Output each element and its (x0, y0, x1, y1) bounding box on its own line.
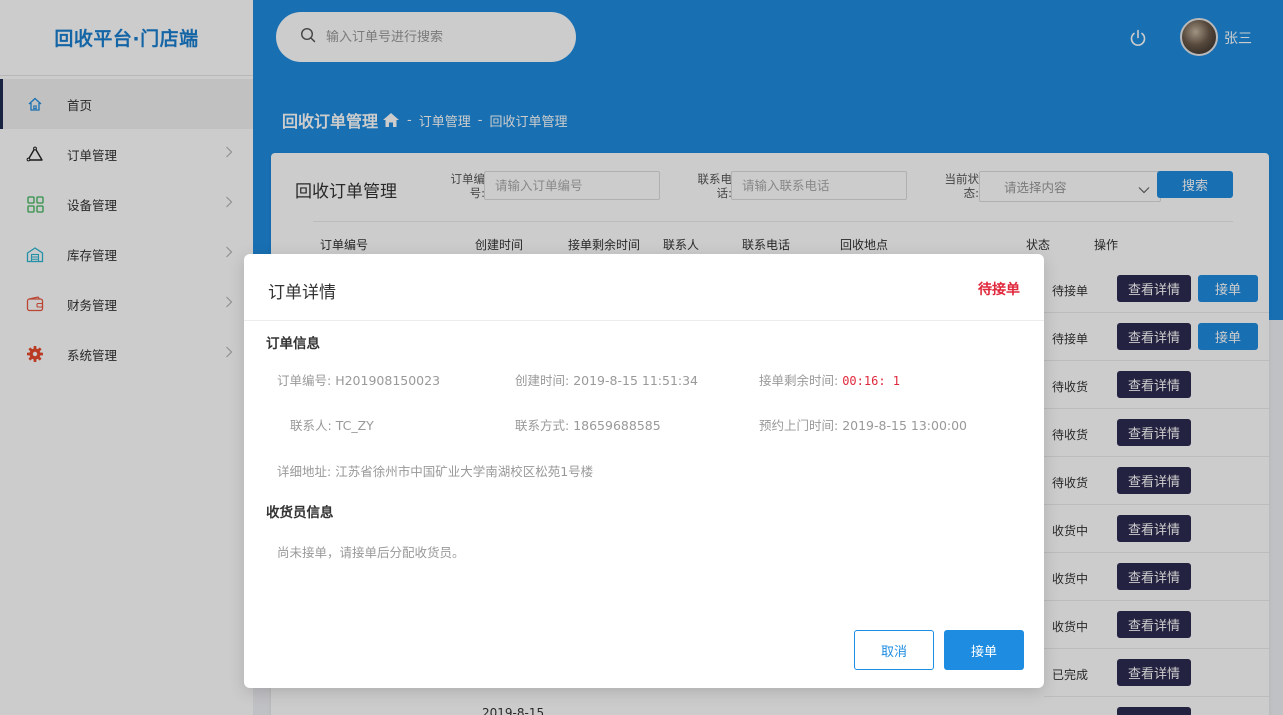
field-label: 详细地址: (277, 464, 332, 479)
field-label: 接单剩余时间: (759, 373, 839, 388)
status-badge: 待接单 (978, 282, 1020, 298)
field-value: 2019-8-15 11:51:34 (573, 373, 699, 388)
receiver-note: 尚未接单，请接单后分配收货员。 (277, 545, 465, 560)
countdown-value: 00:16: 1 (842, 374, 900, 388)
field-label: 联系方式: (515, 418, 570, 433)
contact-field: 联系人: TC_ZY (290, 415, 374, 434)
field-label: 联系人: (290, 418, 332, 433)
field-label: 创建时间: (515, 373, 570, 388)
field-value: 江苏省徐州市中国矿业大学南湖校区松苑1号楼 (335, 464, 594, 479)
address-field: 详细地址: 江苏省徐州市中国矿业大学南湖校区松苑1号楼 (277, 461, 593, 480)
cancel-button[interactable]: 取消 (854, 630, 934, 670)
visit-time-field: 预约上门时间: 2019-8-15 13:00:00 (759, 415, 967, 434)
created-time-field: 创建时间: 2019-8-15 11:51:34 (515, 370, 698, 389)
order-detail-modal: 订单详情 待接单 订单信息 订单编号: H201908150023 创建时间: … (244, 254, 1044, 688)
field-value: H201908150023 (335, 373, 441, 388)
field-label: 预约上门时间: (759, 418, 839, 433)
field-value: 2019-8-15 13:00:00 (842, 418, 968, 433)
phone-field: 联系方式: 18659688585 (515, 415, 661, 434)
accept-button[interactable]: 接单 (944, 630, 1024, 670)
remaining-time-field: 接单剩余时间: 00:16: 1 (759, 370, 900, 389)
receiver-info-heading: 收货员信息 (266, 505, 334, 521)
field-value: 18659688585 (573, 418, 661, 433)
modal-header: 订单详情 待接单 (244, 254, 1044, 321)
field-label: 订单编号: (277, 373, 332, 388)
modal-title: 订单详情 (268, 283, 336, 303)
field-value: TC_ZY (335, 418, 374, 433)
order-info-heading: 订单信息 (266, 336, 320, 352)
order-number-field: 订单编号: H201908150023 (277, 370, 440, 389)
